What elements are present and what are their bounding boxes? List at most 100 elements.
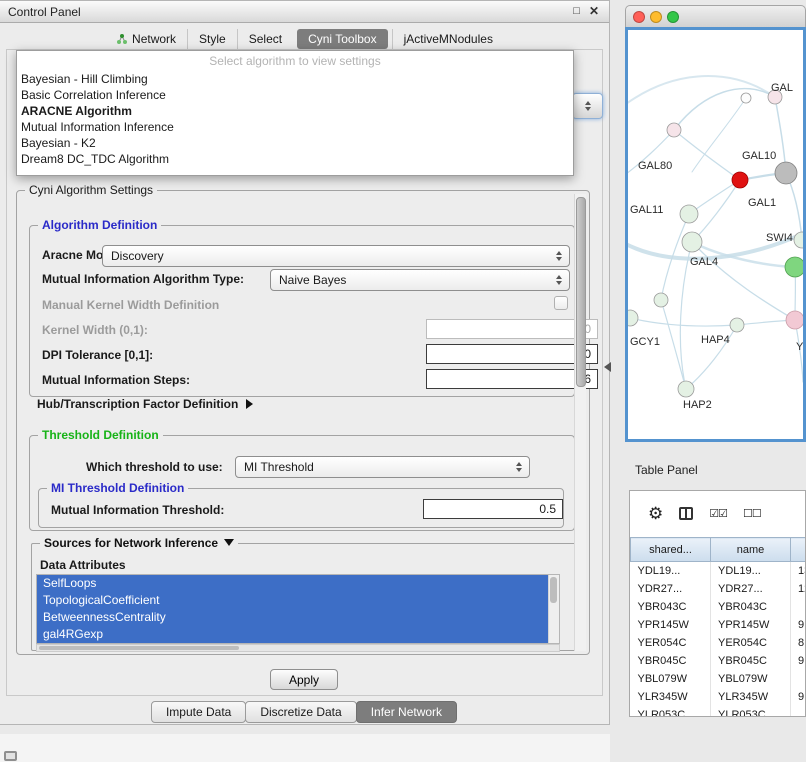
data-attributes-list[interactable]: SelfLoops TopologicalCoefficient Between… xyxy=(36,574,560,644)
cell[interactable]: YLR053C xyxy=(631,706,711,717)
cell[interactable]: YPR145W xyxy=(631,616,711,634)
graph-node[interactable] xyxy=(786,311,803,329)
scrollbar-thumb[interactable] xyxy=(576,197,586,387)
sources-toggle[interactable]: Sources for Network Inference xyxy=(40,536,238,550)
table-row[interactable]: YLR345WYLR345W9. xyxy=(631,688,806,706)
cell[interactable]: YER054C xyxy=(711,634,791,652)
scrollbar-thumb[interactable] xyxy=(550,577,557,603)
attribute-item[interactable]: gal4RGexp xyxy=(37,626,559,643)
tab-jactivemnodules[interactable]: jActiveMNodules xyxy=(392,29,504,49)
kernel-width-field[interactable]: 0.0 xyxy=(426,319,598,339)
table-row[interactable]: YDL19...YDL19...13 xyxy=(631,562,806,581)
panel-collapse-arrow[interactable] xyxy=(604,362,611,372)
manual-kernel-checkbox[interactable] xyxy=(554,296,568,310)
control-panel-titlebar[interactable]: Control Panel □ ✕ xyxy=(0,1,609,23)
cell[interactable]: 9. xyxy=(791,652,806,670)
graph-node-hap2[interactable] xyxy=(678,381,694,397)
graph-node-gal4[interactable] xyxy=(682,232,702,252)
graph-node-gal80[interactable] xyxy=(667,123,681,137)
table-row[interactable]: YBR045CYBR045C9. xyxy=(631,652,806,670)
tab-style[interactable]: Style xyxy=(187,29,237,49)
table-row[interactable]: YPR145WYPR145W9. xyxy=(631,616,806,634)
graph-node-gcy1[interactable] xyxy=(628,310,638,326)
tab-network[interactable]: Network xyxy=(105,29,187,49)
attribute-item[interactable]: TopologicalCoefficient xyxy=(37,592,559,609)
graph-node-hap4[interactable] xyxy=(730,318,744,332)
cell[interactable]: 8. xyxy=(791,634,806,652)
close-window-button[interactable]: ✕ xyxy=(589,6,599,17)
cell[interactable]: YBR043C xyxy=(711,598,791,616)
cell[interactable] xyxy=(791,670,806,688)
cell[interactable] xyxy=(791,706,806,717)
dpi-tolerance-field[interactable]: 0.0 xyxy=(426,344,598,364)
attribute-item[interactable]: BetweennessCentrality xyxy=(37,609,559,626)
attribute-item[interactable]: SelfLoops xyxy=(37,575,559,592)
cell[interactable]: 9. xyxy=(791,616,806,634)
graph-node[interactable] xyxy=(654,293,668,307)
cell[interactable]: YBL079W xyxy=(631,670,711,688)
tab-cyni-toolbox[interactable]: Cyni Toolbox xyxy=(297,29,387,49)
column-header-name[interactable]: name xyxy=(711,538,791,562)
table-row[interactable]: YBL079WYBL079W xyxy=(631,670,806,688)
tab-impute-data[interactable]: Impute Data xyxy=(151,701,246,723)
graph-node-swi4[interactable] xyxy=(794,232,803,248)
mi-algorithm-type-select[interactable]: Naive Bayes xyxy=(270,269,570,291)
list-horizontal-scrollbar[interactable] xyxy=(36,644,560,652)
cell[interactable]: YBR045C xyxy=(631,652,711,670)
cell[interactable]: YER054C xyxy=(631,634,711,652)
gear-icon[interactable]: ⚙ xyxy=(648,505,663,522)
graph-node-gal10[interactable] xyxy=(775,162,797,184)
graph-node[interactable] xyxy=(785,257,803,277)
algorithm-option[interactable]: Bayesian - K2 xyxy=(17,135,573,151)
tab-discretize-data[interactable]: Discretize Data xyxy=(245,701,356,723)
algorithm-combo-arrow-button[interactable] xyxy=(572,93,603,119)
cell[interactable]: 12 xyxy=(791,580,806,598)
algorithm-option[interactable]: Mutual Information Inference xyxy=(17,119,573,135)
tab-select[interactable]: Select xyxy=(237,29,293,49)
cell[interactable] xyxy=(791,598,806,616)
aracne-mode-select[interactable]: Discovery xyxy=(102,245,570,267)
cell[interactable]: YLR345W xyxy=(711,688,791,706)
cell[interactable]: YLR053C xyxy=(711,706,791,717)
settings-vertical-scrollbar[interactable] xyxy=(574,194,586,651)
algorithm-option-selected[interactable]: ARACNE Algorithm xyxy=(17,103,573,119)
table-row[interactable]: YBR043CYBR043C xyxy=(631,598,806,616)
list-vertical-scrollbar[interactable] xyxy=(548,575,559,643)
cell[interactable]: 13 xyxy=(791,562,806,581)
algorithm-option[interactable]: Basic Correlation Inference xyxy=(17,87,573,103)
select-all-checks-icon[interactable]: ☑☑ xyxy=(709,507,727,520)
cell[interactable]: YPR145W xyxy=(711,616,791,634)
float-window-button[interactable]: □ xyxy=(573,6,580,17)
algorithm-option[interactable]: Bayesian - Hill Climbing xyxy=(17,71,573,87)
table-row[interactable]: YER054CYER054C8. xyxy=(631,634,806,652)
cell[interactable]: YBR045C xyxy=(711,652,791,670)
close-traffic-light[interactable] xyxy=(633,11,645,23)
graph-node-gal11[interactable] xyxy=(680,205,698,223)
hub-section-toggle[interactable]: Hub/Transcription Factor Definition xyxy=(37,397,253,411)
cell[interactable]: YBR043C xyxy=(631,598,711,616)
column-header-partial[interactable] xyxy=(791,538,806,562)
scrollbar-thumb[interactable] xyxy=(39,646,239,650)
deselect-all-checks-icon[interactable]: ☐☐ xyxy=(743,507,761,520)
table-row[interactable]: YDR27...YDR27...12 xyxy=(631,580,806,598)
tab-infer-network[interactable]: Infer Network xyxy=(356,701,457,723)
mi-steps-field[interactable]: 6 xyxy=(426,369,598,389)
cell[interactable]: YDL19... xyxy=(631,562,711,581)
cell[interactable]: YDL19... xyxy=(711,562,791,581)
network-canvas[interactable]: GAL GAL80 GAL10 GAL1 GAL11 SWI4 GAL4 GCY… xyxy=(625,27,806,442)
table-row[interactable]: YLR053CYLR053C xyxy=(631,706,806,717)
cell[interactable]: YLR345W xyxy=(631,688,711,706)
which-threshold-select[interactable]: MI Threshold xyxy=(235,456,530,478)
graph-node-gal1[interactable] xyxy=(732,172,748,188)
column-header-shared-name[interactable]: shared... xyxy=(631,538,711,562)
cell[interactable]: YDR27... xyxy=(631,580,711,598)
algorithm-option[interactable]: Dream8 DC_TDC Algorithm xyxy=(17,151,573,167)
mi-threshold-field[interactable]: 0.5 xyxy=(423,499,563,519)
cell[interactable]: 9. xyxy=(791,688,806,706)
graph-node[interactable] xyxy=(741,93,751,103)
cell[interactable]: YDR27... xyxy=(711,580,791,598)
zoom-traffic-light[interactable] xyxy=(667,11,679,23)
minimize-traffic-light[interactable] xyxy=(650,11,662,23)
minimized-window-icon[interactable] xyxy=(4,751,17,761)
apply-button[interactable]: Apply xyxy=(270,669,338,690)
